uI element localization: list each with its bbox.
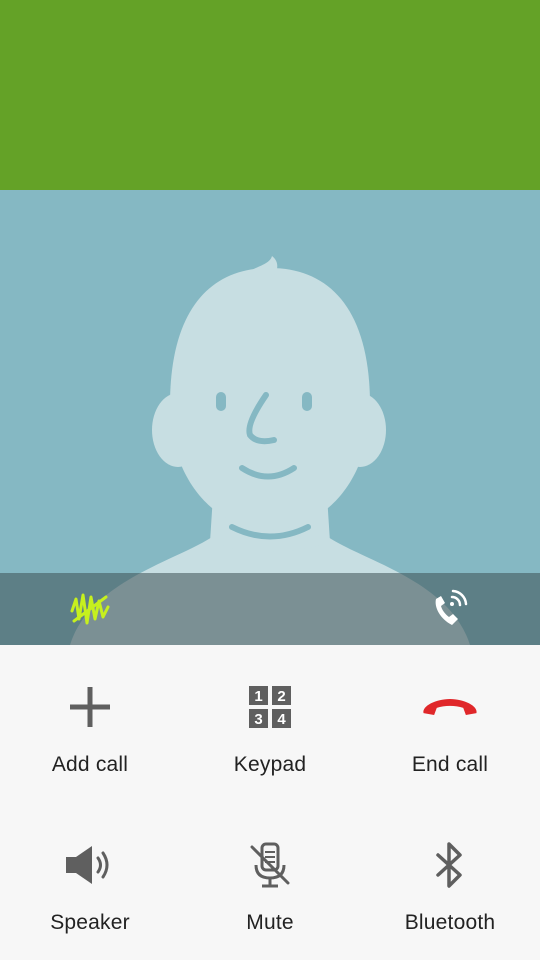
call-status-strip — [0, 573, 540, 645]
plus-icon — [60, 677, 120, 737]
keypad-key-3: 3 — [254, 711, 262, 728]
mute-microphone-icon — [240, 835, 300, 895]
end-call-label: End call — [411, 753, 489, 776]
keypad-button[interactable]: 1 2 3 4 Keypad — [180, 645, 360, 802]
add-call-button[interactable]: Add call — [0, 645, 180, 802]
keypad-key-1: 1 — [254, 688, 262, 705]
call-controls-panel: Add call 1 2 3 4 Keypad End call Speaker… — [0, 645, 540, 960]
hd-voice-call-icon — [414, 573, 486, 645]
speaker-button[interactable]: Speaker — [0, 802, 180, 959]
mute-button[interactable]: Mute — [180, 802, 360, 959]
speaker-label: Speaker — [50, 911, 130, 934]
noise-reduction-icon[interactable] — [54, 573, 126, 645]
keypad-icon: 1 2 3 4 — [240, 677, 300, 737]
bluetooth-button[interactable]: Bluetooth — [360, 802, 540, 959]
mute-label: Mute — [246, 911, 294, 934]
add-call-label: Add call — [51, 753, 129, 776]
speaker-icon — [60, 835, 120, 895]
keypad-key-2: 2 — [277, 688, 285, 705]
end-call-icon — [420, 677, 480, 737]
keypad-label: Keypad — [233, 753, 307, 776]
bluetooth-label: Bluetooth — [404, 911, 496, 934]
bluetooth-icon — [420, 835, 480, 895]
end-call-button[interactable]: End call — [360, 645, 540, 802]
caller-header-bar — [0, 0, 540, 190]
keypad-key-4: 4 — [277, 711, 286, 728]
